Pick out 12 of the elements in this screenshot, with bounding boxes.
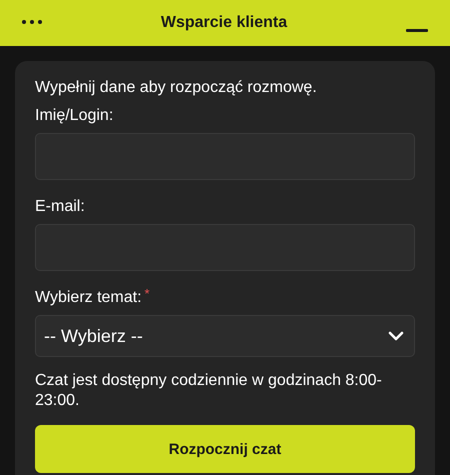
select-field[interactable]: -- Wybierz --: [35, 315, 415, 357]
required-mark: *: [144, 287, 150, 301]
field-label: Imię/Login:: [35, 106, 114, 126]
more-icon[interactable]: [22, 20, 42, 24]
intro-text: Wypełnij dane aby rozpocząć rozmowę.: [35, 78, 318, 98]
chevron-down-icon: [388, 331, 404, 341]
start-chat-button[interactable]: Rozpocznij czat: [35, 425, 415, 473]
window-title: Wsparcie klienta: [160, 14, 288, 32]
field-label: E-mail:: [35, 197, 85, 217]
minimize-icon[interactable]: [406, 28, 428, 32]
availability-text: Czat jest dostępny codziennie w godzinach 8:00-23:00.: [35, 371, 383, 411]
field-label: Wybierz temat:: [35, 288, 142, 308]
